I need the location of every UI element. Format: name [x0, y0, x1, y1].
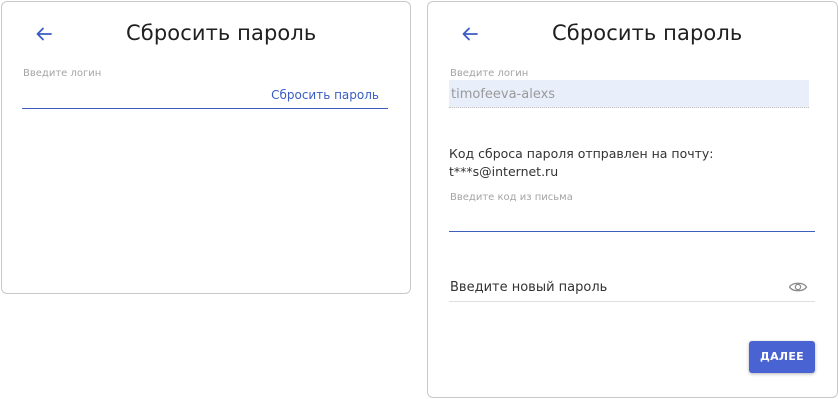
reset-password-link[interactable]: Сбросить пароль [271, 88, 379, 102]
next-button[interactable]: ДАЛЕЕ [749, 341, 815, 373]
page-title: Сбросить пароль [552, 21, 743, 45]
back-arrow-icon[interactable] [34, 24, 54, 44]
email-code-input[interactable] [449, 202, 815, 232]
new-password-input[interactable]: Введите новый пароль [449, 274, 815, 302]
new-password-placeholder: Введите новый пароль [450, 280, 608, 295]
login-value: timofeeva-alexs [451, 87, 556, 102]
login-input-readonly: timofeeva-alexs [449, 80, 809, 108]
login-input[interactable]: Сбросить пароль [22, 80, 388, 109]
reset-password-card-initial: Сбросить пароль Введите логин Сбросить п… [1, 1, 411, 294]
back-arrow-icon[interactable] [460, 24, 480, 44]
login-field-label: Введите логин [23, 68, 102, 79]
page-title: Сбросить пароль [126, 21, 317, 45]
reset-password-card-code-step: Сбросить пароль Введите логин timofeeva-… [427, 1, 838, 398]
eye-icon[interactable] [788, 279, 808, 293]
code-sent-message: Код сброса пароля отправлен на почту: [449, 146, 714, 161]
login-field-label: Введите логин [450, 68, 529, 79]
masked-email: t***s@internet.ru [449, 164, 559, 179]
stage: Сбросить пароль Введите логин Сбросить п… [0, 0, 838, 399]
